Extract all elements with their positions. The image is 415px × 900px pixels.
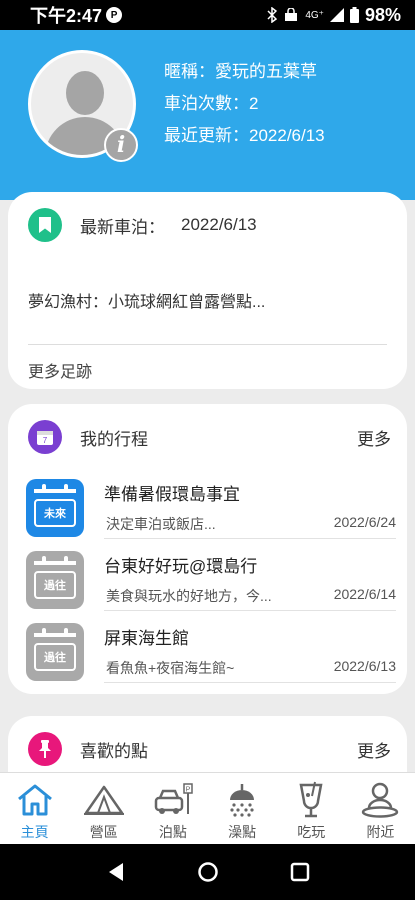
bookmark-icon bbox=[28, 208, 62, 242]
app-notification-icon: P bbox=[106, 7, 123, 23]
nav-parking[interactable]: P 泊點 bbox=[138, 773, 207, 844]
latest-title: 最新車泊： bbox=[80, 217, 165, 237]
home-icon bbox=[13, 781, 57, 819]
trip-title: 準備暑假環島事宜 bbox=[104, 485, 240, 504]
latest-date: 2022/6/13 bbox=[181, 215, 257, 234]
trip-description: 看魚魚+夜宿海生館~ bbox=[106, 660, 235, 676]
signal-icon bbox=[329, 8, 344, 22]
nav-campsite[interactable]: 營區 bbox=[69, 773, 138, 844]
drink-icon bbox=[289, 781, 333, 819]
tent-icon bbox=[82, 781, 126, 819]
calendar-icon: 7 bbox=[28, 420, 62, 454]
profile-info: 暱稱：愛玩的五葉草 車泊次數：2 最近更新：2022/6/13 bbox=[164, 56, 325, 152]
favorites-more-link[interactable]: 更多 bbox=[357, 737, 391, 762]
network-type: 4G⁺ bbox=[305, 9, 324, 21]
status-bar: 下午2:47 P 4G⁺ 98% bbox=[0, 0, 415, 30]
bluetooth-icon bbox=[267, 7, 278, 23]
trips-title: 我的行程 bbox=[80, 429, 148, 449]
nickname: 暱稱：愛玩的五葉草 bbox=[164, 62, 317, 81]
svg-text:P: P bbox=[186, 787, 191, 794]
car-parking-icon: P bbox=[151, 781, 195, 819]
trips-more-link[interactable]: 更多 bbox=[357, 425, 391, 450]
info-icon[interactable]: i bbox=[104, 128, 138, 162]
status-time: 下午2:47 P bbox=[30, 2, 123, 28]
favorites-title: 喜歡的點 bbox=[80, 741, 148, 761]
nav-home[interactable]: 主頁 bbox=[0, 773, 69, 844]
more-tracks-link[interactable]: 更多足跡 bbox=[28, 358, 92, 382]
svg-text:7: 7 bbox=[43, 436, 48, 445]
nav-shower[interactable]: 澡點 bbox=[208, 773, 277, 844]
trip-date: 2022/6/24 bbox=[333, 514, 396, 530]
system-nav-bar bbox=[0, 844, 415, 900]
trip-title: 台東好好玩@環島行 bbox=[104, 557, 258, 576]
divider bbox=[28, 344, 387, 345]
calendar-past-icon: 過往 bbox=[26, 551, 84, 609]
nav-nearby[interactable]: 附近 bbox=[346, 773, 415, 844]
profile-header: i 暱稱：愛玩的五葉草 車泊次數：2 最近更新：2022/6/13 bbox=[0, 30, 415, 200]
trip-description: 決定車泊或飯店... bbox=[106, 516, 216, 532]
status-icons: 4G⁺ 98% bbox=[267, 5, 401, 26]
trip-item[interactable]: 未來 準備暑假環島事宜 決定車泊或飯店... 2022/6/24 bbox=[26, 474, 396, 544]
pin-icon bbox=[28, 732, 62, 766]
bottom-nav: 主頁 營區 P 泊點 澡點 吃玩 附近 bbox=[0, 772, 415, 844]
last-updated: 最近更新：2022/6/13 bbox=[164, 126, 325, 145]
trip-item[interactable]: 過往 屏東海生館 看魚魚+夜宿海生館~ 2022/6/13 bbox=[26, 618, 396, 688]
person-location-icon bbox=[358, 781, 402, 819]
battery-percent: 98% bbox=[364, 4, 401, 25]
home-circle-icon[interactable] bbox=[197, 861, 219, 883]
trip-item[interactable]: 過往 台東好好玩@環島行 美食與玩水的好地方，今... 2022/6/14 bbox=[26, 546, 396, 616]
latest-card: 最新車泊： 2022/6/13 夢幻漁村：小琉球網紅曾露營點... 更多足跡 bbox=[8, 192, 407, 389]
calendar-future-icon: 未來 bbox=[26, 479, 84, 537]
nav-food-fun[interactable]: 吃玩 bbox=[277, 773, 346, 844]
latest-description[interactable]: 夢幻漁村：小琉球網紅曾露營點... bbox=[28, 288, 265, 312]
trip-date: 2022/6/14 bbox=[333, 586, 396, 602]
battery-icon bbox=[349, 7, 359, 23]
shower-icon bbox=[220, 781, 264, 819]
recents-icon[interactable] bbox=[290, 862, 310, 882]
trip-description: 美食與玩水的好地方，今... bbox=[106, 588, 272, 604]
park-count: 車泊次數：2 bbox=[164, 94, 259, 113]
vpn-key-icon bbox=[285, 8, 298, 21]
back-icon[interactable] bbox=[106, 861, 126, 883]
trip-date: 2022/6/13 bbox=[333, 658, 396, 674]
trips-card: 7 我的行程 更多 未來 準備暑假環島事宜 決定車泊或飯店... 2022/6/… bbox=[8, 404, 407, 694]
trip-title: 屏東海生館 bbox=[104, 629, 189, 648]
calendar-past-icon: 過往 bbox=[26, 623, 84, 681]
